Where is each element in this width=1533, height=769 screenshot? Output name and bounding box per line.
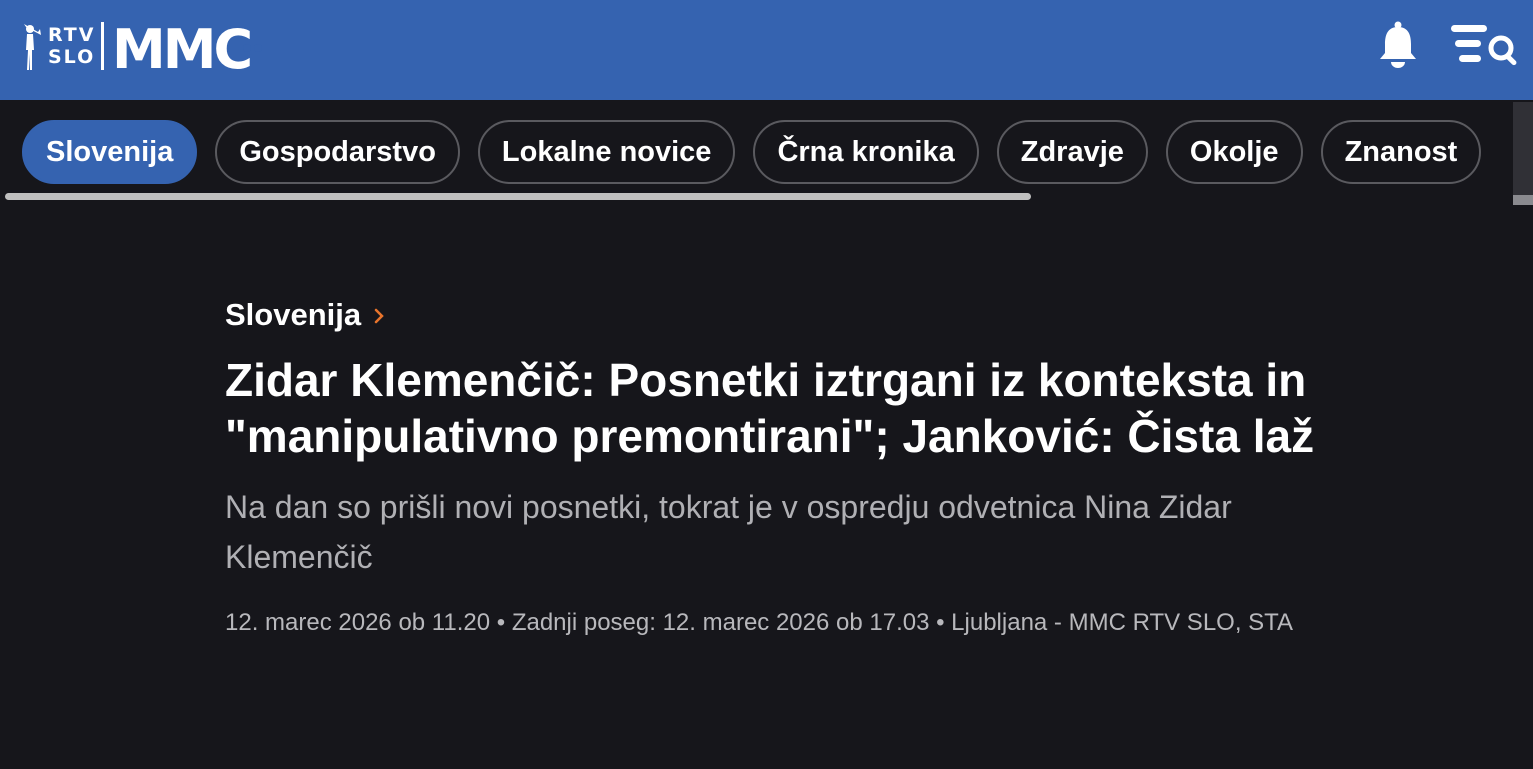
article-headline: Zidar Klemenčič: Posnetki iztrgani iz ko… <box>225 354 1315 462</box>
logo-mmc-text: MMC <box>112 20 250 72</box>
search-menu-icon[interactable] <box>1451 21 1519 67</box>
article-meta: 12. marec 2026 ob 11.20 • Zadnji poseg: … <box>225 609 1294 636</box>
logo-rtv-text: RTV SLO <box>48 24 95 68</box>
category-gospodarstvo[interactable]: Gospodarstvo <box>215 120 460 184</box>
category-slovenija[interactable]: Slovenija <box>22 120 198 184</box>
category-lokalne-novice[interactable]: Lokalne novice <box>477 120 736 184</box>
rtv-slo-mmc-logo[interactable]: RTV SLO MMC <box>20 20 272 72</box>
logo-rtv-top: RTV <box>48 24 96 46</box>
category-scrollbar[interactable] <box>5 193 1031 200</box>
logo-rtv-bottom: SLO <box>48 46 96 68</box>
category-list: Slovenija Gospodarstvo Lokalne novice Črna … <box>22 120 1508 186</box>
logo-mmc: MMC <box>112 20 263 72</box>
header-actions <box>1379 20 1519 68</box>
article: Slovenija Zidar Klemenčič: Posnetki iztr… <box>225 290 1325 641</box>
bell-icon[interactable] <box>1379 20 1417 68</box>
breadcrumb-link[interactable]: Slovenija <box>225 297 361 333</box>
chevron-right-icon <box>374 308 384 324</box>
category-okolje[interactable]: Okolje <box>1165 120 1303 184</box>
logo-divider <box>101 22 105 70</box>
breadcrumb: Slovenija <box>225 290 1325 340</box>
page-scrollbar[interactable] <box>1513 102 1533 205</box>
site-header: RTV SLO MMC <box>0 0 1533 100</box>
page-scrollbar-thumb[interactable] <box>1513 195 1533 205</box>
category-crna-kronika[interactable]: Črna kronika <box>753 120 979 184</box>
article-lead: Na dan so prišli novi posnetki, tokrat j… <box>225 489 1232 575</box>
category-zdravje[interactable]: Zdravje <box>996 120 1148 184</box>
trumpeter-icon <box>24 24 41 70</box>
category-bar: Slovenija Gospodarstvo Lokalne novice Črna … <box>0 100 1533 210</box>
category-znanost[interactable]: Znanost <box>1320 120 1482 184</box>
